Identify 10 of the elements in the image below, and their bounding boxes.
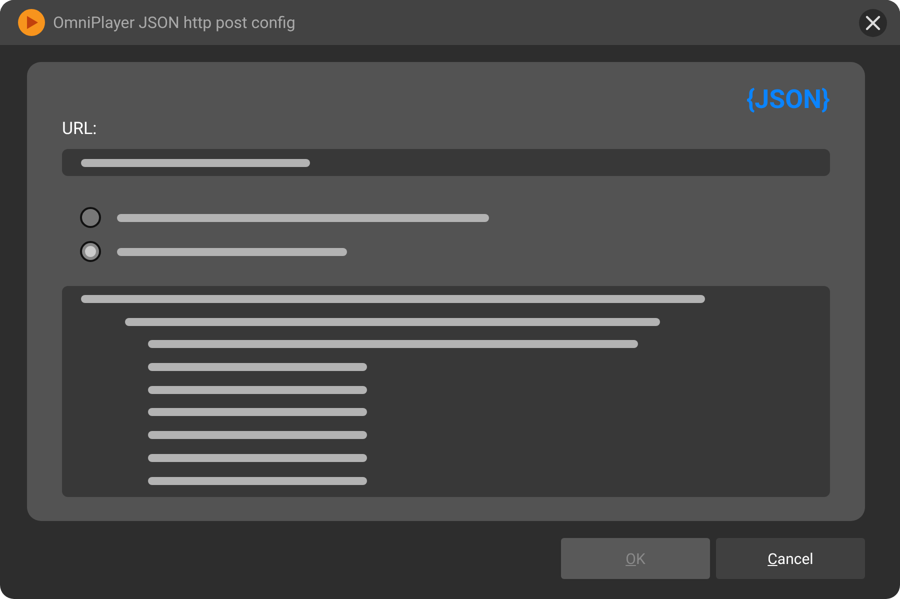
json-logo: {JSON} (746, 84, 830, 116)
url-label: URL: (62, 118, 98, 140)
radio-button[interactable] (80, 207, 101, 228)
play-icon (18, 9, 45, 36)
radio-button[interactable] (80, 241, 101, 262)
cancel-button[interactable]: Cancel (716, 538, 865, 579)
close-button[interactable] (859, 8, 887, 36)
window-title: OmniPlayer JSON http post config (53, 13, 296, 32)
url-field[interactable] (62, 149, 830, 176)
close-icon (865, 14, 881, 30)
